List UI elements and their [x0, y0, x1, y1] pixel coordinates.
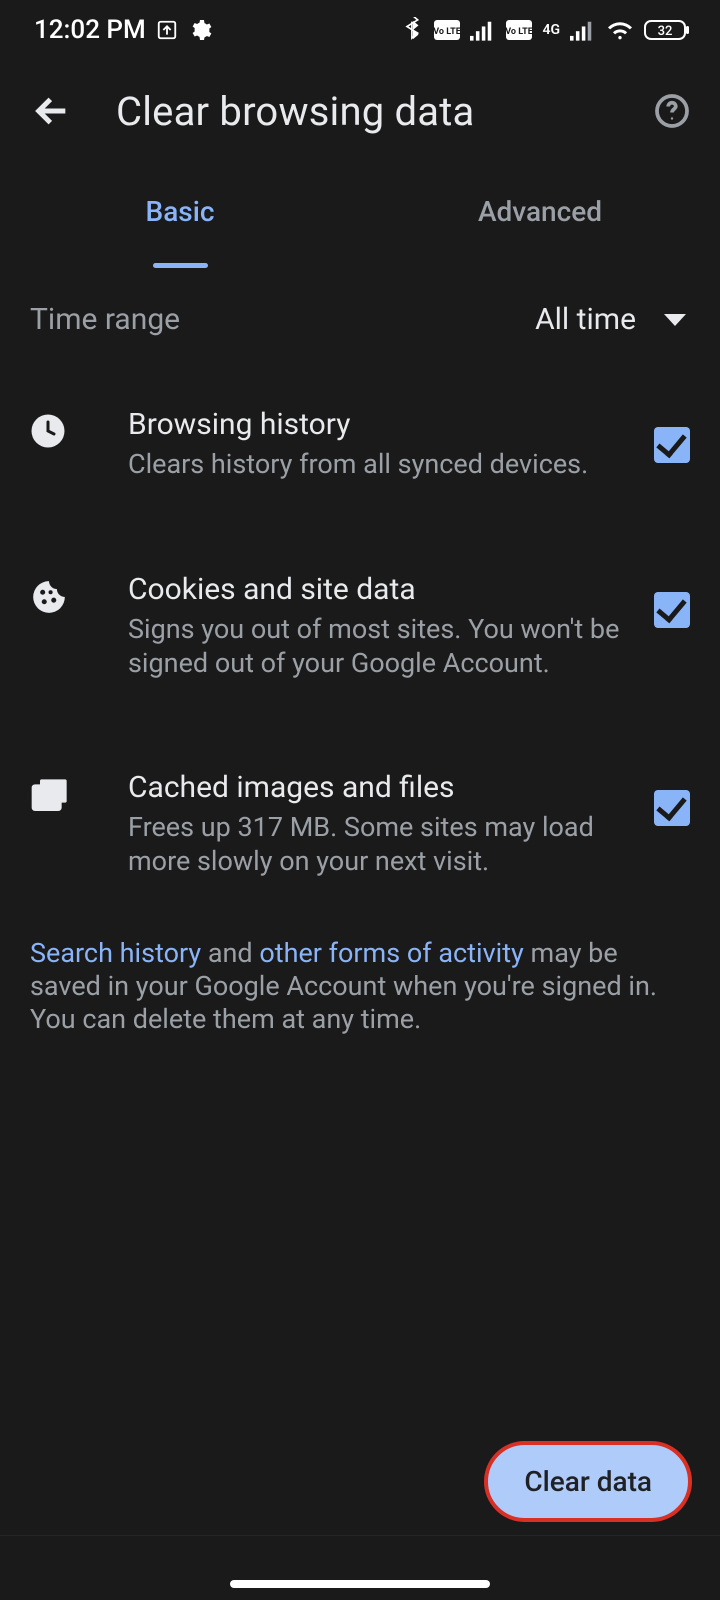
svg-text:Vo LTE: Vo LTE: [434, 27, 460, 37]
tab-advanced[interactable]: Advanced: [360, 156, 720, 266]
network-4g-icon: 4G: [542, 23, 560, 37]
item-cookies[interactable]: Cookies and site data Signs you out of m…: [0, 548, 720, 705]
upload-icon: [156, 19, 178, 41]
tabs: Basic Advanced: [0, 156, 720, 266]
item-subtitle: Signs you out of most sites. You won't b…: [128, 613, 620, 681]
item-cache[interactable]: Cached images and files Frees up 317 MB.…: [0, 746, 720, 903]
divider: [0, 1535, 720, 1536]
item-title: Cookies and site data: [128, 572, 620, 607]
wifi-icon: [606, 19, 634, 41]
checkbox-cookies[interactable]: [654, 592, 690, 628]
status-time: 12:02 PM: [34, 15, 146, 45]
tab-basic-label: Basic: [146, 195, 215, 228]
clear-data-label: Clear data: [524, 1465, 652, 1498]
help-icon: [654, 93, 690, 129]
item-subtitle: Clears history from all synced devices.: [128, 448, 620, 482]
volte-icon-2: Vo LTE: [506, 20, 532, 40]
checkbox-browsing-history[interactable]: [654, 427, 690, 463]
clear-data-button[interactable]: Clear data: [484, 1441, 692, 1522]
item-browsing-history[interactable]: Browsing history Clears history from all…: [0, 383, 720, 506]
bluetooth-icon: [402, 17, 424, 43]
battery-text: 32: [658, 24, 673, 39]
cookie-icon: [30, 578, 68, 620]
images-icon: [30, 776, 70, 820]
battery-icon: 32: [644, 18, 690, 42]
status-bar: 12:02 PM Vo LTE Vo LTE 4G 32: [0, 0, 720, 60]
help-button[interactable]: [652, 91, 692, 131]
tab-basic[interactable]: Basic: [0, 156, 360, 266]
chevron-down-icon: [664, 314, 686, 326]
gear-icon: [188, 18, 212, 42]
clock-icon: [30, 413, 66, 453]
volte-icon-1: Vo LTE: [434, 20, 460, 40]
time-range-value: All time: [535, 302, 636, 337]
page-title: Clear browsing data: [116, 88, 475, 135]
signal-icon-1: [470, 19, 496, 41]
footer-note: Search history and other forms of activi…: [0, 903, 720, 1036]
item-subtitle: Frees up 317 MB. Some sites may load mor…: [128, 811, 620, 879]
data-types-list: Browsing history Clears history from all…: [0, 373, 720, 903]
time-range-row[interactable]: Time range All time: [0, 266, 720, 373]
svg-text:Vo LTE: Vo LTE: [506, 27, 532, 37]
item-title: Cached images and files: [128, 770, 620, 805]
app-bar: Clear browsing data: [0, 66, 720, 156]
gesture-bar: [230, 1580, 490, 1588]
item-title: Browsing history: [128, 407, 620, 442]
footer-text: and: [201, 937, 259, 969]
arrow-left-icon: [32, 91, 72, 131]
signal-icon-2: [570, 19, 596, 41]
checkbox-cache[interactable]: [654, 790, 690, 826]
time-range-label: Time range: [30, 302, 180, 337]
tab-advanced-label: Advanced: [478, 195, 602, 228]
link-other-activity[interactable]: other forms of activity: [259, 937, 523, 969]
back-button[interactable]: [28, 87, 76, 135]
link-search-history[interactable]: Search history: [30, 937, 201, 969]
